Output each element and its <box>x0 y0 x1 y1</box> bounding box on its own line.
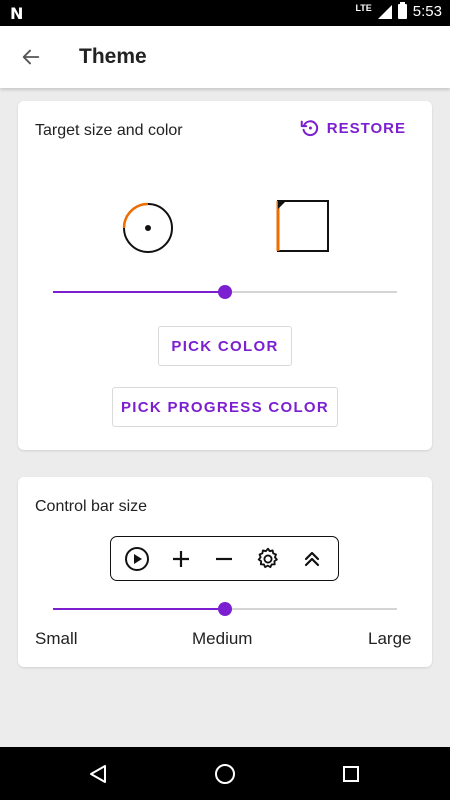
target-card-title: Target size and color <box>35 122 183 139</box>
slider-thumb[interactable] <box>218 602 232 616</box>
restore-label: RESTORE <box>326 119 406 137</box>
size-label-large: Large <box>368 629 412 648</box>
circle-target-preview <box>122 202 173 253</box>
signal-icon <box>377 4 392 19</box>
slider-fill <box>53 291 225 293</box>
app-bar: Theme <box>0 26 450 88</box>
slider-thumb[interactable] <box>218 285 232 299</box>
restore-button[interactable]: RESTORE <box>299 117 406 139</box>
plus-icon <box>166 544 196 574</box>
restore-icon <box>300 120 318 137</box>
control-bar-size-slider[interactable] <box>53 601 397 617</box>
target-settings-card: Target size and color RESTORE PICK COLOR… <box>18 101 432 450</box>
slider-fill <box>53 608 225 610</box>
control-bar-preview <box>110 536 339 581</box>
square-target-preview <box>276 200 329 252</box>
size-label-small: Small <box>35 629 78 648</box>
size-label-medium: Medium <box>192 629 253 648</box>
notification-icon: N <box>10 4 24 23</box>
arrow-back-icon <box>22 49 40 65</box>
system-nav-bar <box>0 747 450 800</box>
back-button[interactable] <box>0 26 62 88</box>
play-circle-icon <box>122 544 152 574</box>
status-icons: LTE 5:53 <box>355 2 442 20</box>
control-bar-card-title: Control bar size <box>35 498 148 515</box>
minus-icon <box>209 544 239 574</box>
pick-color-button[interactable]: PICK COLOR <box>158 326 292 366</box>
nav-home-button[interactable] <box>212 761 238 787</box>
nav-back-icon <box>90 765 106 783</box>
control-bar-card: Control bar size Small Medium Large <box>18 477 432 667</box>
nav-back-button[interactable] <box>85 761 111 787</box>
double-chevron-up-icon <box>297 544 327 574</box>
network-type: LTE <box>355 2 372 13</box>
nav-recents-button[interactable] <box>338 761 364 787</box>
page-title: Theme <box>79 45 147 68</box>
target-size-slider[interactable] <box>53 284 397 300</box>
nav-recents-icon <box>343 766 359 782</box>
pick-progress-color-button[interactable]: PICK PROGRESS COLOR <box>112 387 338 427</box>
status-bar: N LTE 5:53 <box>0 0 450 26</box>
gear-icon <box>253 544 283 574</box>
nav-home-icon <box>215 764 235 784</box>
battery-icon <box>397 2 407 19</box>
status-time: 5:53 <box>412 3 442 20</box>
